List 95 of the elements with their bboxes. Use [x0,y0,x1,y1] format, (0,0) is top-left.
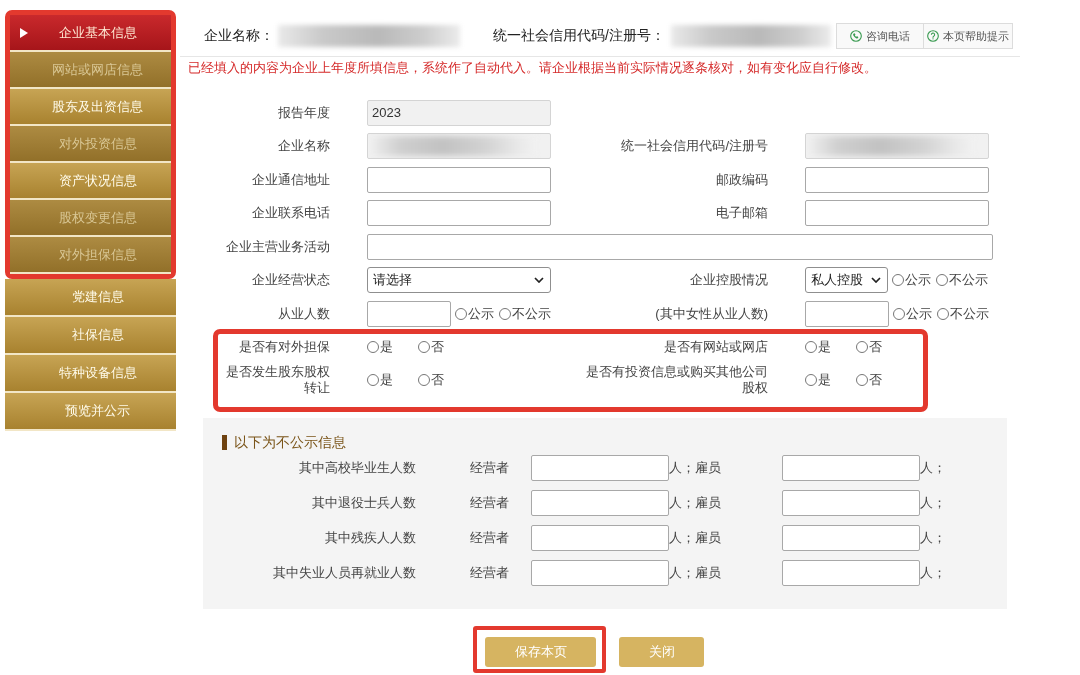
unit-label: 人； [669,529,695,547]
field-label: 邮政编码 [715,170,768,189]
radio-button[interactable] [418,373,430,386]
field-label: 企业联系电话 [251,204,330,223]
field-label: 经营者 [470,459,509,477]
radio-button[interactable] [418,340,430,353]
field-label: 其中高校毕业生人数 [298,459,416,477]
question-label: 是否发生股东股权转让 [225,363,330,396]
field-label: 雇员 [695,459,721,477]
field-label: 其中失业人员再就业人数 [272,564,416,582]
field-label: 企业主营业务活动 [225,237,330,256]
radio-label[interactable]: 否 [869,371,882,388]
field-label: 其中退役士兵人数 [311,494,416,512]
input-field[interactable] [805,166,989,193]
radio-button[interactable] [455,307,467,320]
input-field[interactable] [782,525,920,551]
radio-label[interactable]: 是 [818,338,831,355]
radio-label[interactable]: 是 [818,371,831,388]
field-label: 雇员 [695,529,721,547]
radio-label[interactable]: 不公示 [512,304,551,323]
field-label: 其中残疾人人数 [324,529,416,547]
radio-button[interactable] [893,307,905,320]
field-label: 企业经营状态 [251,271,330,290]
unit-label: 人； [920,494,946,512]
input-field[interactable] [782,455,920,481]
field-label: 企业控股情况 [689,271,768,290]
radio-button[interactable] [805,340,817,353]
radio-label[interactable]: 是 [380,338,393,355]
header-button[interactable]: 咨询电话 [835,23,924,49]
phone-icon [849,30,862,42]
radio-button[interactable] [892,274,904,287]
radio-label[interactable]: 不公示 [949,271,988,290]
input-field[interactable] [531,490,669,516]
field-label: 统一社会信用代码/注册号 [620,137,768,156]
input-field[interactable] [531,455,669,481]
input-field[interactable] [805,200,989,227]
radio-label[interactable]: 公示 [906,304,932,323]
radio-label[interactable]: 是 [380,371,393,388]
radio-label[interactable]: 公示 [905,271,931,290]
field-label: 企业名称： [204,27,274,45]
input-field[interactable] [367,200,551,227]
dropdown[interactable]: 私人控股 [805,267,888,294]
question-label: 是否有投资信息或购买其他公司股权 [585,363,768,396]
header-button[interactable]: 本页帮助提示 [923,23,1013,49]
field-label: 从业人数 [277,304,330,323]
bullet-bar-icon [222,435,227,450]
field-label: 雇员 [695,564,721,582]
field-label: 统一社会信用代码/注册号： [493,27,665,45]
radio-button[interactable] [936,274,948,287]
input-field[interactable] [367,233,993,260]
radio-button[interactable] [937,307,949,320]
input-field[interactable] [782,560,920,586]
chevron-down-icon [871,277,881,284]
radio-button[interactable] [805,373,817,386]
question-label: 是否有对外担保 [238,338,330,355]
input-field[interactable] [782,490,920,516]
radio-button[interactable] [367,373,379,386]
unit-label: 人； [669,459,695,477]
dropdown[interactable]: 请选择 [367,267,551,294]
field-label: 企业通信地址 [251,170,330,189]
caret-icon [20,27,28,38]
question-label: 是否有网站或网店 [663,338,768,355]
field-label: 经营者 [470,494,509,512]
chevron-down-icon [534,277,544,284]
radio-button[interactable] [499,307,511,320]
field-label: 报告年度 [277,103,330,122]
unit-label: 人； [669,494,695,512]
help-icon [926,30,939,42]
field-label: 经营者 [470,564,509,582]
input-field[interactable] [805,300,889,327]
radio-label[interactable]: 否 [431,371,444,388]
section-title: 以下为不公示信息 [234,433,346,452]
radio-button[interactable] [856,340,868,353]
field-label: 雇员 [695,494,721,512]
input-field[interactable] [531,525,669,551]
sidebar-item[interactable]: 企业基本信息 [10,15,171,52]
radio-label[interactable]: 否 [431,338,444,355]
input-field[interactable] [531,560,669,586]
input-field[interactable] [367,166,551,193]
radio-label[interactable]: 否 [869,338,882,355]
field-label: 经营者 [470,529,509,547]
field-label: 企业名称 [277,137,330,156]
input-field[interactable]: 2023 [367,99,551,126]
input-field[interactable] [367,300,451,327]
radio-label[interactable]: 公示 [468,304,494,323]
field-label: (其中女性从业人数) [654,304,768,323]
unit-label: 人； [920,564,946,582]
radio-button[interactable] [856,373,868,386]
radio-button[interactable] [367,340,379,353]
radio-label[interactable]: 不公示 [950,304,989,323]
notice-text: 已经填入的内容为企业上年度所填信息，系统作了自动代入。请企业根据当前实际情况逐条核对，如有变化应自行修改。 [187,59,878,77]
unit-label: 人； [920,459,946,477]
field-label: 电子邮箱 [715,204,768,223]
unit-label: 人； [669,564,695,582]
unit-label: 人； [920,529,946,547]
